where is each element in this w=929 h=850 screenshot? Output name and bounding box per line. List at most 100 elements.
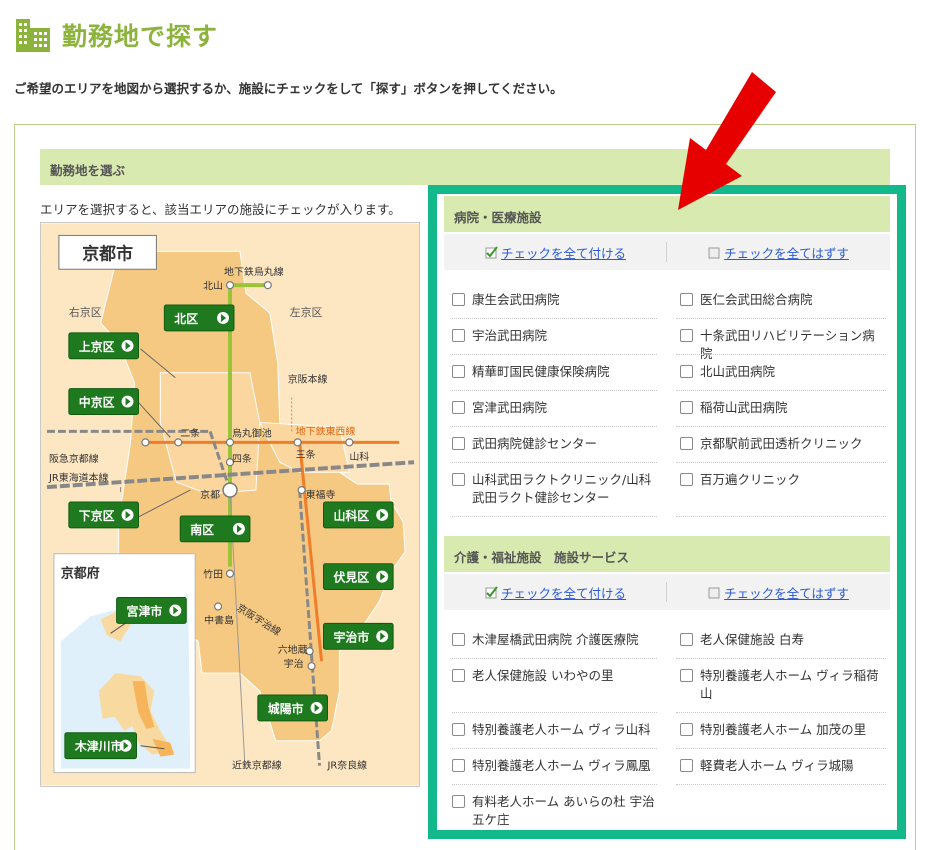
svg-text:伏見区: 伏見区 (333, 571, 369, 585)
station-uji: 宇治 (284, 657, 304, 670)
station-sanjo: 三条 (296, 448, 316, 461)
care-check-controls: チェックを全て付ける チェックを全てはずす (444, 574, 890, 610)
line-label-keihan: 京阪本線 (288, 373, 328, 386)
area-button-7[interactable]: 宇治市 (323, 622, 394, 650)
checkbox[interactable] (680, 669, 693, 682)
area-button-3[interactable]: 下京区 (68, 501, 139, 529)
map-city-label: 京都市 (82, 243, 133, 263)
checkbox[interactable] (452, 293, 465, 306)
building-icon (16, 19, 50, 52)
area-button-9[interactable]: 宮津市 (116, 597, 187, 624)
checkbox[interactable] (680, 401, 693, 414)
facility-item[interactable]: 稲荷山武田病院 (680, 399, 885, 417)
uncheck-all-icon (708, 586, 721, 599)
checkbox[interactable] (452, 401, 465, 414)
station-yamashina: 山科 (349, 450, 369, 463)
line-label-kintetsu: 近鉄京都線 (232, 759, 282, 772)
line-label-tozai: 地下鉄東西線 (296, 424, 356, 437)
station-takeda: 竹田 (203, 568, 223, 581)
checkbox[interactable] (452, 723, 465, 736)
facility-item[interactable]: 山科武田ラクトクリニック/山科武田ラクト健診センター (452, 471, 657, 507)
facility-item[interactable]: 武田病院健診センター (452, 435, 657, 453)
facility-panel (428, 185, 906, 839)
line-label-karasuma: 地下鉄烏丸線 (224, 265, 284, 278)
station-shijo: 四条 (232, 452, 252, 465)
station-kitayama: 北山 (203, 280, 223, 292)
checkbox[interactable] (452, 473, 465, 486)
area-button-5[interactable]: 山科区 (323, 501, 394, 529)
svg-text:宮津市: 宮津市 (127, 604, 163, 618)
area-note: エリアを選択すると、該当エリアの施設にチェックが入ります。 (40, 202, 401, 217)
svg-text:城陽市: 城陽市 (268, 702, 304, 716)
check-all-icon (485, 245, 498, 259)
area-button-8[interactable]: 城陽市 (257, 694, 328, 722)
facility-item[interactable]: 特別養護老人ホーム 加茂の里 (680, 721, 885, 739)
facility-item[interactable]: 十条武田リハビリテーション病院 (680, 327, 885, 363)
facility-item[interactable]: 老人保健施設 いわやの里 (452, 667, 657, 685)
station-nijo: 二条 (180, 426, 200, 439)
checkbox[interactable] (452, 795, 465, 808)
svg-text:木津川市: 木津川市 (74, 740, 123, 754)
checkbox[interactable] (680, 723, 693, 736)
facility-item[interactable]: 精華町国民健康保険病院 (452, 363, 657, 381)
checkbox[interactable] (680, 293, 693, 306)
svg-text:南区: 南区 (190, 523, 214, 537)
care-section-header: 介護・福祉施設 施設サービス (444, 536, 890, 572)
checkbox[interactable] (680, 365, 693, 378)
svg-text:下京区: 下京区 (79, 509, 115, 523)
hospital-uncheck-all-link[interactable]: チェックを全てはずす (724, 243, 849, 262)
red-arrow-icon (678, 72, 776, 210)
hospital-check-all-link[interactable]: チェックを全て付ける (501, 243, 626, 262)
station-karasuma-oike: 烏丸御池 (232, 426, 272, 439)
area-button-4[interactable]: 南区 (179, 515, 251, 543)
facility-item[interactable]: 北山武田病院 (680, 363, 885, 381)
facility-item[interactable]: 百万遍クリニック (680, 471, 885, 489)
checkbox[interactable] (452, 669, 465, 682)
svg-text:上京区: 上京区 (79, 340, 115, 354)
checkbox[interactable] (680, 329, 693, 342)
hospital-check-controls: チェックを全て付ける チェックを全てはずす (444, 234, 890, 270)
facility-item[interactable]: 軽費老人ホーム ヴィラ城陽 (680, 757, 885, 775)
station-kyoto: 京都 (200, 488, 220, 501)
facility-item[interactable]: 老人保健施設 白寿 (680, 631, 885, 649)
intro-text: ご希望のエリアを地図から選択するか、施設にチェックをして「探す」ボタンを押してく… (14, 81, 563, 96)
care-uncheck-all-link[interactable]: チェックを全てはずす (724, 583, 849, 602)
station-tofukuji: 東福寺 (306, 488, 336, 501)
svg-text:宇治市: 宇治市 (333, 630, 369, 644)
checkbox[interactable] (452, 365, 465, 378)
facility-item[interactable]: 有料老人ホーム あいらの杜 宇治五ケ庄 (452, 793, 657, 829)
area-button-10[interactable]: 木津川市 (64, 732, 137, 760)
checkbox[interactable] (452, 633, 465, 646)
map-pref-label: 京都府 (61, 566, 100, 582)
facility-item[interactable]: 特別養護老人ホーム ヴィラ鳳凰 (452, 757, 657, 775)
facility-item[interactable]: 宇治武田病院 (452, 327, 657, 345)
area-button-1[interactable]: 上京区 (68, 332, 139, 360)
checkbox[interactable] (452, 437, 465, 450)
checkbox[interactable] (680, 437, 693, 450)
facility-item[interactable]: 木津屋橋武田病院 介護医療院 (452, 631, 657, 649)
area-button-2[interactable]: 中京区 (68, 388, 139, 415)
facility-item[interactable]: 京都駅前武田透析クリニック (680, 435, 885, 453)
line-label-hankyu: 阪急京都線 (49, 452, 99, 465)
checkbox[interactable] (452, 329, 465, 342)
line-label-jr-nara: JR奈良線 (326, 759, 367, 772)
station-chushojima: 中書島 (204, 613, 234, 626)
check-all-icon (485, 585, 498, 599)
checkbox[interactable] (680, 759, 693, 772)
page-title: 勤務地で探す (14, 14, 218, 56)
line-label-jr-tokaido: JR東海道本線 (48, 471, 109, 484)
svg-text:北区: 北区 (174, 312, 198, 326)
facility-item[interactable]: 特別養護老人ホーム ヴィラ稲荷山 (680, 667, 885, 703)
area-button-0[interactable]: 北区 (163, 304, 235, 332)
facility-item[interactable]: 宮津武田病院 (452, 399, 657, 417)
facility-item[interactable]: 康生会武田病院 (452, 291, 657, 309)
area-button-6[interactable]: 伏見区 (323, 563, 394, 591)
facility-item[interactable]: 特別養護老人ホーム ヴィラ山科 (452, 721, 657, 739)
facility-item[interactable]: 医仁会武田総合病院 (680, 291, 885, 309)
checkbox[interactable] (680, 473, 693, 486)
kyoto-area-map: 京都市 右京区 左京区 地下鉄烏丸線 京阪本線 地下鉄東西線 阪急京都線 JR東… (40, 222, 420, 787)
station-rokujizo: 六地蔵 (278, 643, 308, 656)
care-check-all-link[interactable]: チェックを全て付ける (501, 583, 626, 602)
checkbox[interactable] (452, 759, 465, 772)
checkbox[interactable] (680, 633, 693, 646)
